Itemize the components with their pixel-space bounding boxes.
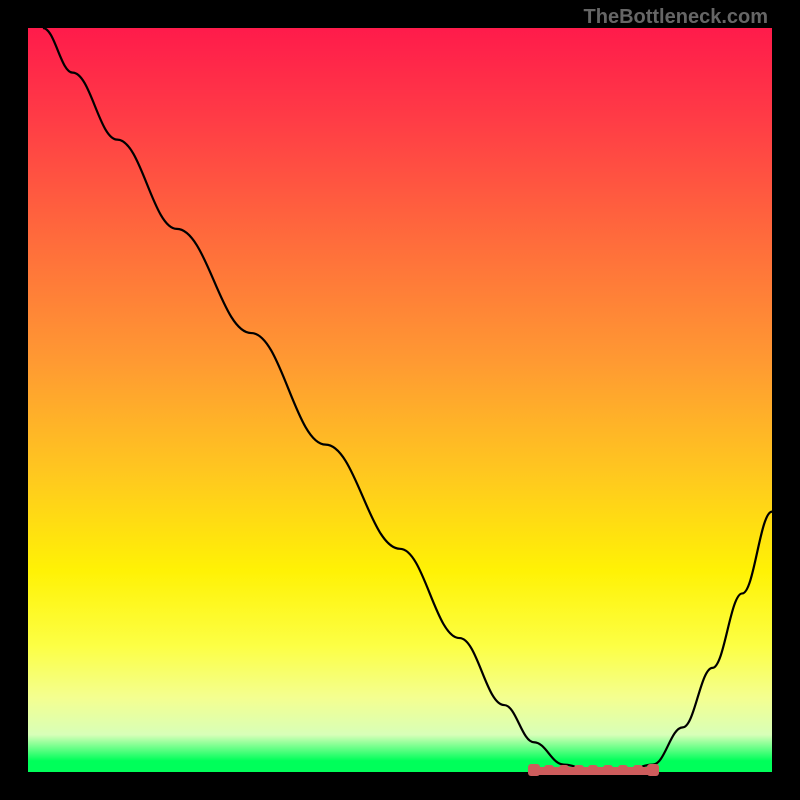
bottleneck-curve [28, 28, 772, 772]
plot-area [28, 28, 772, 772]
optimal-range-bar [534, 767, 653, 775]
chart-frame: TheBottleneck.com [0, 0, 800, 800]
credit-text: TheBottleneck.com [584, 6, 768, 29]
